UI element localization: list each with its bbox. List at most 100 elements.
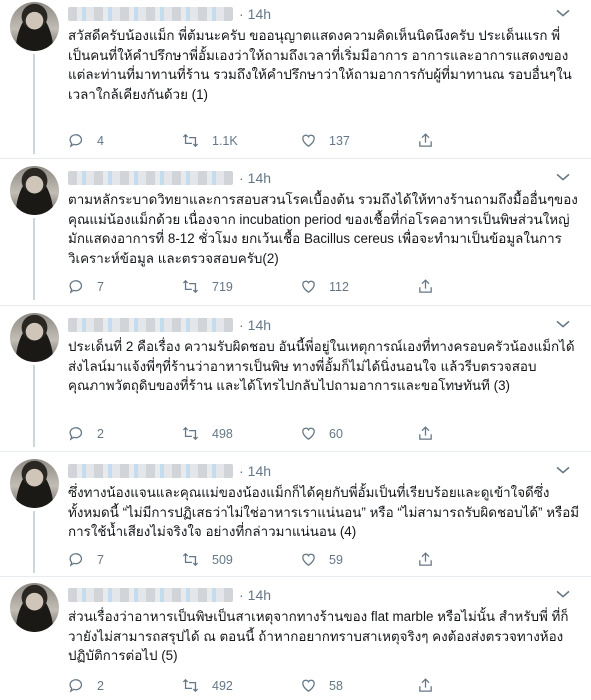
- thread-connector: [33, 365, 35, 447]
- like-icon: [302, 679, 315, 692]
- reply-button[interactable]: 7: [68, 551, 104, 568]
- reply-button[interactable]: 2: [68, 425, 104, 442]
- tweet-actions: 7 719 112: [68, 278, 568, 298]
- retweet-button[interactable]: 492: [181, 677, 233, 694]
- like-icon: [302, 553, 315, 566]
- reply-icon: [69, 134, 83, 148]
- separator-dot: ·: [239, 317, 244, 333]
- divider: [0, 451, 591, 452]
- caret-down-icon[interactable]: [554, 461, 572, 479]
- like-button[interactable]: 59: [300, 551, 343, 568]
- avatar[interactable]: [10, 313, 59, 362]
- author-name-redacted[interactable]: [68, 171, 233, 185]
- divider: [0, 158, 591, 159]
- like-button[interactable]: 60: [300, 425, 343, 442]
- retweet-icon: [182, 426, 199, 441]
- tweet-time[interactable]: 14h: [248, 317, 271, 333]
- tweet[interactable]: · 14h ส่วนเรื่องว่าอาหารเป็นพิษเป็นสาเหต…: [0, 583, 591, 699]
- thread-connector: [33, 54, 35, 154]
- retweet-count: 498: [212, 426, 233, 441]
- reply-button[interactable]: 2: [68, 677, 104, 694]
- caret-down-icon[interactable]: [554, 4, 572, 22]
- reply-button[interactable]: 7: [68, 278, 104, 295]
- share-icon: [419, 279, 432, 293]
- thread-connector: [33, 218, 35, 300]
- like-button[interactable]: 112: [300, 278, 349, 295]
- caret-down-icon[interactable]: [554, 585, 572, 603]
- retweet-count: 509: [212, 552, 233, 567]
- tweet-header: · 14h: [68, 461, 578, 481]
- tweet-actions: 7 509 59: [68, 551, 568, 571]
- like-count: 112: [329, 279, 349, 294]
- tweet-time[interactable]: 14h: [248, 6, 271, 22]
- reply-count: 7: [97, 279, 104, 294]
- avatar[interactable]: [10, 2, 59, 51]
- retweet-button[interactable]: 719: [181, 278, 233, 295]
- thread-connector: [33, 511, 35, 573]
- tweet-time[interactable]: 14h: [248, 463, 271, 479]
- retweet-icon: [182, 133, 199, 148]
- retweet-count: 492: [212, 678, 233, 693]
- tweet-time[interactable]: 14h: [248, 170, 271, 186]
- tweet[interactable]: · 14h สวัสดีครับน้องแม็ก พี่ต้มนะครับ ขอ…: [0, 2, 591, 154]
- reply-icon: [69, 427, 83, 441]
- share-button[interactable]: [417, 551, 434, 568]
- tweet[interactable]: · 14h ซึ่งทางน้องแจนและคุณแม่ของน้องแม็ก…: [0, 459, 591, 573]
- tweet-header: · 14h: [68, 4, 578, 24]
- share-button[interactable]: [417, 425, 434, 442]
- like-count: 60: [329, 426, 343, 441]
- retweet-icon: [182, 678, 199, 693]
- like-icon: [302, 134, 315, 147]
- like-button[interactable]: 137: [300, 132, 350, 149]
- reply-count: 2: [97, 678, 104, 693]
- separator-dot: ·: [239, 463, 244, 479]
- tweet-text: ส่วนเรื่องว่าอาหารเป็นพิษเป็นสาเหตุจากทา…: [68, 609, 569, 663]
- tweet-text: ซึ่งทางน้องแจนและคุณแม่ของน้องแม็กก็ได้ค…: [68, 485, 580, 539]
- share-button[interactable]: [417, 278, 434, 295]
- tweet-actions: 2 492 58: [68, 677, 568, 697]
- reply-count: 2: [97, 426, 104, 441]
- retweet-count: 1.1K: [212, 133, 238, 148]
- tweet-actions: 2 498 60: [68, 425, 568, 445]
- retweet-button[interactable]: 509: [181, 551, 233, 568]
- like-icon: [302, 280, 315, 293]
- like-count: 137: [329, 133, 350, 148]
- retweet-button[interactable]: 1.1K: [181, 132, 238, 149]
- tweet-header: · 14h: [68, 168, 578, 188]
- author-name-redacted[interactable]: [68, 7, 233, 21]
- retweet-icon: [182, 279, 199, 294]
- reply-icon: [69, 679, 83, 693]
- tweet[interactable]: · 14h ตามหลักระบาดวิทยาและการสอบสวนโรคเบ…: [0, 166, 591, 300]
- tweet-thread: · 14h สวัสดีครับน้องแม็ก พี่ต้มนะครับ ขอ…: [0, 0, 591, 700]
- share-icon: [419, 678, 432, 692]
- reply-icon: [69, 280, 83, 294]
- tweet-header: · 14h: [68, 585, 578, 605]
- tweet-time[interactable]: 14h: [248, 587, 271, 603]
- author-name-redacted[interactable]: [68, 464, 233, 478]
- share-icon: [419, 133, 432, 147]
- share-button[interactable]: [417, 677, 434, 694]
- reply-count: 7: [97, 552, 104, 567]
- caret-down-icon[interactable]: [554, 315, 572, 333]
- tweet-text: สวัสดีครับน้องแม็ก พี่ต้มนะครับ ขออนุญาต…: [68, 28, 572, 102]
- retweet-icon: [182, 552, 199, 567]
- avatar[interactable]: [10, 459, 59, 508]
- like-count: 59: [329, 552, 343, 567]
- author-name-redacted[interactable]: [68, 318, 233, 332]
- share-icon: [419, 426, 432, 440]
- avatar[interactable]: [10, 166, 59, 215]
- tweet[interactable]: · 14h ประเด็นที่ 2 คือเรื่อง ความรับผิดช…: [0, 313, 591, 447]
- avatar[interactable]: [10, 583, 59, 632]
- like-count: 58: [329, 678, 343, 693]
- share-button[interactable]: [417, 132, 434, 149]
- divider: [0, 305, 591, 306]
- tweet-actions: 4 1.1K 137: [68, 132, 568, 152]
- reply-button[interactable]: 4: [68, 132, 104, 149]
- caret-down-icon[interactable]: [554, 168, 572, 186]
- separator-dot: ·: [239, 587, 244, 603]
- retweet-button[interactable]: 498: [181, 425, 233, 442]
- author-name-redacted[interactable]: [68, 588, 233, 602]
- divider: [0, 576, 591, 577]
- tweet-text: ตามหลักระบาดวิทยาและการสอบสวนโรคเบื้องต้…: [68, 192, 578, 266]
- like-button[interactable]: 58: [300, 677, 343, 694]
